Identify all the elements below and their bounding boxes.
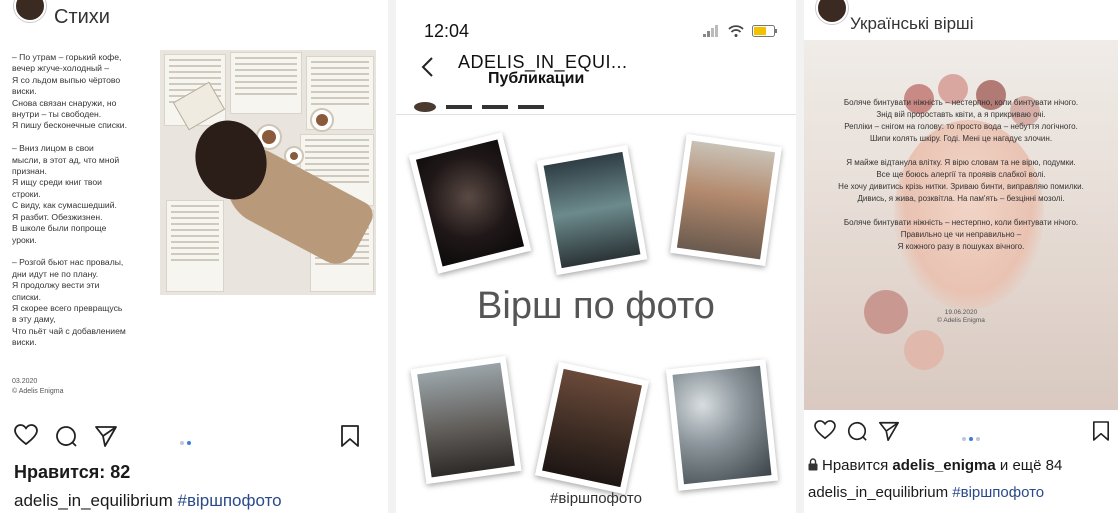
post-actions <box>814 420 1110 446</box>
likes-prefix: Нравится <box>822 457 893 474</box>
post-caption: adelis_in_equilibrium #віршпофото <box>14 491 282 511</box>
photo-tile-eye[interactable] <box>670 133 782 267</box>
page-title: Публикации <box>488 70 585 87</box>
photo-tile-embrace[interactable] <box>534 361 650 495</box>
photo-tile-water[interactable] <box>536 144 648 276</box>
status-icons <box>703 24 778 42</box>
post-header: Стихи <box>0 0 388 40</box>
avatar[interactable] <box>14 0 46 22</box>
poem-text: Боляче бинтувати ніжність – нестерпно, к… <box>838 98 1084 251</box>
likes-username[interactable]: adelis_enigma <box>892 457 995 474</box>
comment-icon[interactable] <box>54 424 78 448</box>
signal-icon <box>703 24 719 42</box>
bookmark-icon[interactable] <box>340 424 360 448</box>
lock-icon <box>808 458 818 475</box>
post-caption: adelis_in_equilibrium #віршпофото <box>808 484 1044 501</box>
photo-tile-couple[interactable] <box>410 355 522 485</box>
heart-icon[interactable] <box>814 420 836 440</box>
panel-divider <box>796 0 804 513</box>
post-panel-stihi: Стихи – По утрам – горький кофе, вечер ж… <box>0 0 388 513</box>
poem-signature: 19.06.2020 © Adelis Enigma <box>937 309 985 324</box>
post-photo <box>160 50 376 295</box>
likes-line: Нравится adelis_enigma и ещё 84 <box>808 457 1062 475</box>
photo-tile-masks[interactable] <box>665 359 779 491</box>
battery-icon <box>752 24 778 42</box>
avatar[interactable] <box>816 0 848 24</box>
post-actions <box>14 424 374 450</box>
likes-count[interactable]: Нравится: 82 <box>14 462 130 483</box>
header-divider <box>396 114 796 115</box>
bookmark-icon[interactable] <box>1092 420 1110 442</box>
bottom-hashtag[interactable]: #віршпофото <box>396 490 796 507</box>
status-time: 12:04 <box>424 21 470 41</box>
poem-text: – По утрам – горький кофе, вечер жгуче-х… <box>12 52 127 348</box>
profile-publications-panel: 12:04 ADELIS_IN_EQUI... Публикации Вірш … <box>396 0 796 513</box>
profile-partial-row <box>414 98 774 112</box>
likes-suffix[interactable]: и ещё 84 <box>996 457 1062 474</box>
caption-username[interactable]: adelis_in_equilibrium <box>808 484 948 501</box>
photo-tile-hands[interactable] <box>408 132 532 274</box>
panel-divider <box>388 0 396 513</box>
poem-signature: 03.2020 © Adelis Enigma <box>12 378 64 395</box>
post-title: Українські вірші <box>850 14 974 33</box>
caption-username[interactable]: adelis_in_equilibrium <box>14 491 173 510</box>
back-chevron-icon[interactable] <box>420 56 434 83</box>
send-icon[interactable] <box>878 420 900 442</box>
heart-icon[interactable] <box>14 424 38 446</box>
caption-hashtag[interactable]: #віршпофото <box>178 491 282 510</box>
main-heading: Вірш по фото <box>477 285 715 327</box>
post-panel-ukrainski: Українські вірші Боляче бинтувати ніжніс… <box>804 0 1118 513</box>
send-icon[interactable] <box>94 424 118 448</box>
carousel-dots <box>178 432 192 450</box>
carousel-dots <box>960 428 981 446</box>
wifi-icon <box>727 24 744 42</box>
caption-hashtag[interactable]: #віршпофото <box>952 484 1044 501</box>
post-title: Стихи <box>54 6 110 28</box>
comment-icon[interactable] <box>846 420 868 442</box>
